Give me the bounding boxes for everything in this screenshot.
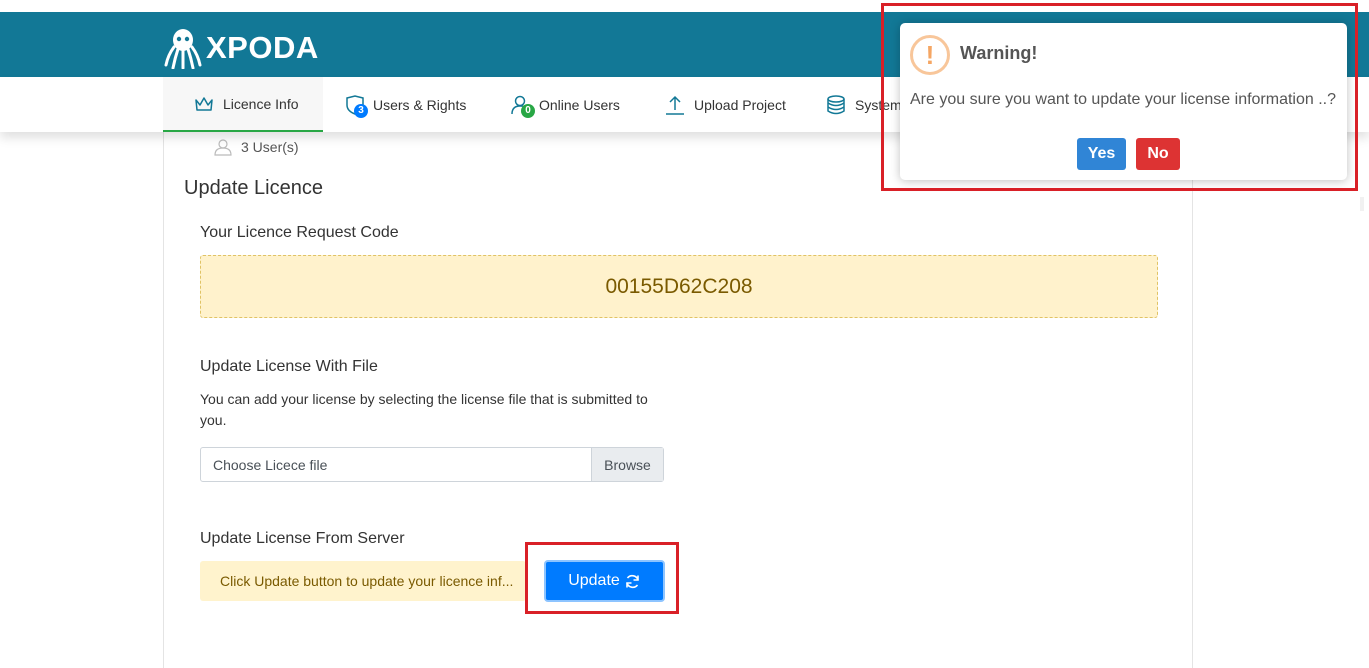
users-badge: 3 (354, 103, 368, 118)
users-count: 3 User(s) (214, 138, 299, 156)
database-icon (827, 94, 845, 114)
user-online-icon-wrap: 0 (510, 94, 539, 118)
tab-users-rights[interactable]: 3 Users & Rights (344, 77, 466, 132)
logo-text: XPODA (206, 30, 319, 65)
online-badge: 0 (521, 103, 535, 118)
tab-upload-project-label: Upload Project (694, 96, 786, 113)
octopus-logo-icon (164, 29, 202, 69)
page-title: Update Licence (184, 177, 323, 199)
licence-panel: 3 User(s) Update Licence Your Licence Re… (163, 132, 1193, 668)
tab-licence-info[interactable]: Licence Info (163, 77, 323, 132)
tab-upload-project[interactable]: Upload Project (664, 77, 786, 132)
user-icon (214, 139, 232, 156)
server-update-message-text: Click Update button to update your licen… (220, 573, 514, 589)
tab-online-users-label: Online Users (539, 96, 620, 113)
server-section-title: Update License From Server (200, 530, 405, 547)
scrollbar[interactable] (1360, 197, 1364, 211)
server-update-message: Click Update button to update your licen… (200, 561, 526, 601)
licence-file-input[interactable]: Choose Licece file Browse (200, 447, 664, 482)
update-button-highlight (525, 542, 679, 614)
file-section-description: You can add your license by selecting th… (200, 391, 648, 428)
tab-users-rights-label: Users & Rights (373, 96, 467, 113)
app-logo[interactable]: XPODA (164, 26, 319, 70)
dialog-highlight (881, 3, 1358, 191)
users-count-text: 3 User(s) (241, 139, 299, 155)
tab-licence-info-label: Licence Info (223, 95, 299, 112)
file-input-placeholder: Choose Licece file (213, 456, 328, 473)
request-code-label: Your Licence Request Code (200, 224, 399, 241)
tab-online-users[interactable]: 0 Online Users (510, 77, 620, 132)
shield-users-icon-wrap: 3 (344, 94, 373, 118)
request-code-box: 00155D62C208 (200, 255, 1158, 318)
browse-button[interactable]: Browse (591, 448, 663, 481)
file-section-title: Update License With File (200, 358, 378, 375)
upload-icon (666, 95, 684, 115)
crown-icon (195, 96, 213, 111)
